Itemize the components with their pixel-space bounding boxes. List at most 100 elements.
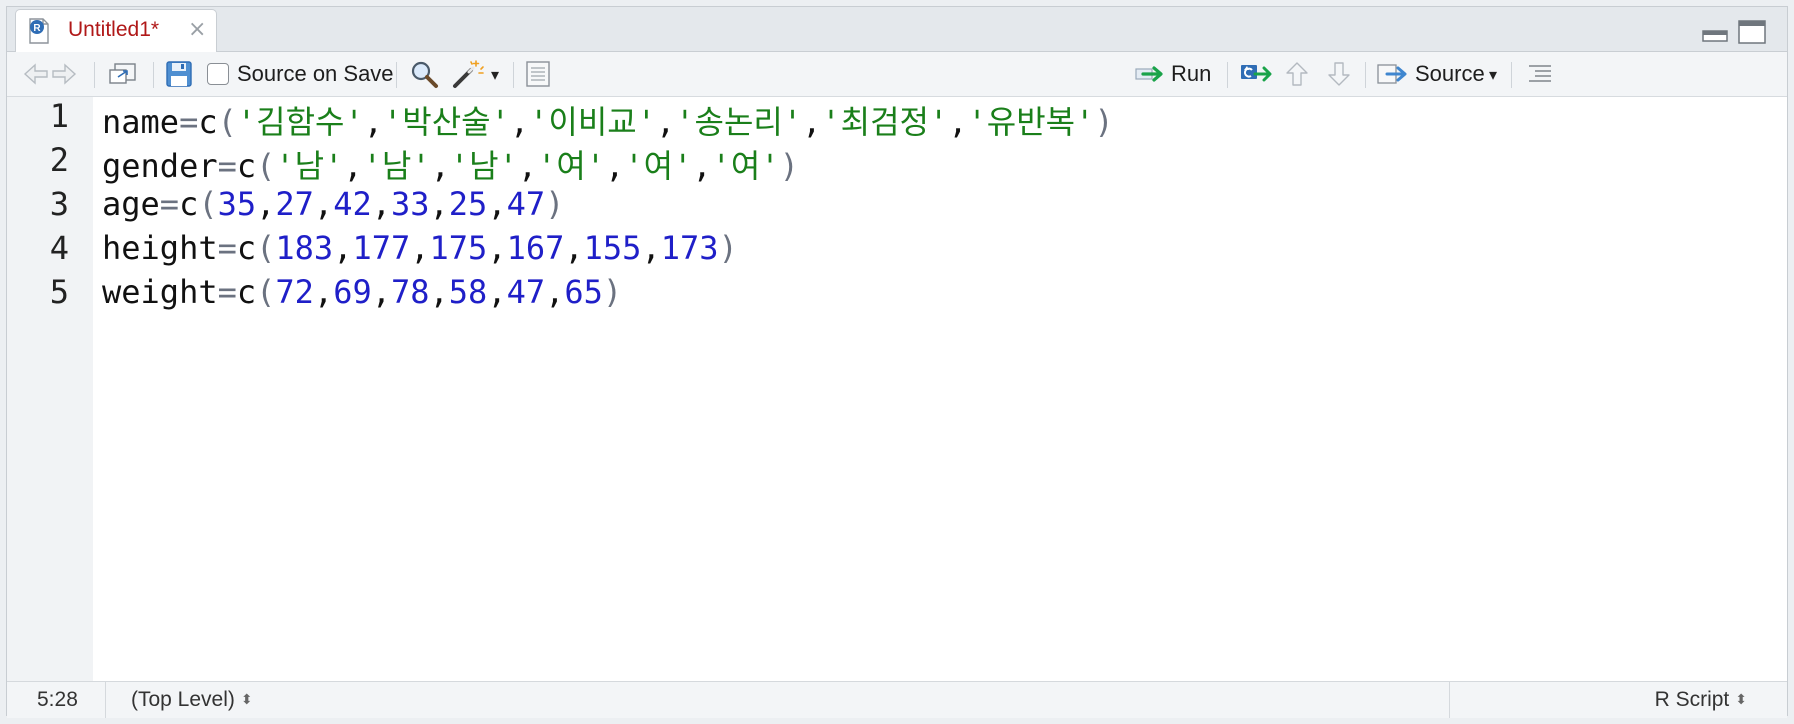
scope-label: (Top Level)	[131, 688, 235, 711]
code-token-num: 33	[390, 185, 430, 223]
source-arrow-icon	[1377, 64, 1407, 84]
code-token-comma: ,	[545, 273, 565, 311]
close-icon[interactable]: ×	[188, 17, 206, 42]
go-to-next-section-button[interactable]	[1327, 52, 1351, 96]
source-button[interactable]: Source	[1377, 52, 1485, 96]
updown-icon: ⬍	[240, 691, 253, 707]
code-token-id: c	[198, 103, 218, 141]
file-type-label: R Script	[1654, 688, 1730, 711]
code-token-str: '남'	[275, 147, 344, 185]
code-token-id: c	[179, 185, 199, 223]
code-token-num: 47	[506, 273, 546, 311]
code-token-paren: )	[718, 229, 738, 267]
code-token-op: =	[217, 273, 237, 311]
toolbar-separator	[94, 62, 95, 88]
code-token-comma: ,	[564, 229, 584, 267]
toolbar-separator	[1511, 62, 1512, 88]
code-token-str: '남'	[449, 147, 518, 185]
source-editor-pane: R Untitled1* × Source on Save ▾ Run Sour…	[6, 6, 1788, 718]
maximize-pane-icon[interactable]	[1737, 19, 1767, 45]
arrow-up-icon	[1286, 62, 1308, 86]
r-document-icon: R	[29, 18, 49, 44]
code-token-num: 173	[660, 229, 719, 267]
status-divider	[105, 682, 106, 718]
run-label: Run	[1171, 61, 1212, 86]
code-token-num: 72	[275, 273, 314, 311]
go-to-previous-section-button[interactable]	[1285, 52, 1309, 96]
code-token-comma: ,	[313, 273, 334, 311]
rerun-button[interactable]	[1239, 52, 1275, 96]
code-token-op: =	[217, 229, 237, 267]
code-line[interactable]: gender=c('남','남','남','여','여','여')	[102, 141, 799, 187]
source-options-dropdown[interactable]: ▾	[1489, 52, 1497, 96]
show-document-outline-button[interactable]	[1527, 52, 1553, 96]
code-token-num: 78	[390, 273, 430, 311]
arrow-left-icon	[23, 63, 48, 85]
code-token-op: =	[159, 185, 180, 223]
back-button[interactable]	[23, 52, 49, 96]
chevron-down-icon[interactable]: ▾	[491, 65, 499, 84]
source-label: Source	[1415, 61, 1485, 86]
code-line[interactable]: name=c('김함수','박산술','이비교','송논리','최검정','유반…	[102, 97, 1114, 143]
code-token-id: c	[236, 273, 257, 311]
code-token-paren: (	[217, 103, 237, 141]
scope-selector[interactable]: (Top Level) ⬍	[131, 688, 253, 712]
code-token-id: c	[236, 229, 257, 267]
code-token-paren: )	[779, 147, 799, 185]
run-button[interactable]: Run	[1135, 52, 1211, 96]
code-token-comma: ,	[487, 185, 507, 223]
code-token-comma: ,	[692, 147, 712, 185]
code-token-num: 42	[333, 185, 372, 223]
code-token-num: 167	[506, 229, 565, 267]
code-token-comma: ,	[333, 229, 353, 267]
minimize-pane-icon[interactable]	[1701, 21, 1729, 43]
code-token-num: 177	[352, 229, 411, 267]
code-token-str: '남'	[362, 147, 431, 185]
code-token-num: 47	[506, 185, 546, 223]
code-token-paren: )	[602, 273, 623, 311]
file-type-selector[interactable]: R Script ⬍	[1655, 688, 1747, 712]
updown-icon: ⬍	[1735, 691, 1747, 707]
code-line[interactable]: weight=c(72,69,78,58,47,65)	[102, 273, 622, 311]
code-token-str: '송논리'	[675, 103, 803, 141]
document-outline-button[interactable]	[525, 52, 551, 96]
menu-lines-icon	[1529, 65, 1551, 82]
save-button[interactable]	[165, 52, 193, 96]
code-token-id: name	[102, 103, 180, 141]
code-token-num: 69	[333, 273, 372, 311]
code-line[interactable]: age=c(35,27,42,33,25,47)	[102, 185, 564, 223]
code-tools-button[interactable]: ▾	[451, 52, 499, 96]
code-token-num: 25	[448, 185, 488, 223]
code-line[interactable]: height=c(183,177,175,167,155,173)	[102, 229, 738, 267]
forward-button[interactable]	[51, 52, 77, 96]
code-token-num: 58	[448, 273, 488, 311]
source-on-save-toggle[interactable]: Source on Save	[207, 52, 394, 96]
code-token-comma: ,	[605, 147, 625, 185]
line-number: 3	[49, 185, 69, 223]
code-token-comma: ,	[430, 147, 450, 185]
code-token-id: height	[102, 229, 218, 267]
code-token-num: 65	[564, 273, 603, 311]
code-token-id: gender	[102, 147, 218, 185]
arrow-down-icon	[1328, 62, 1350, 86]
code-token-id: weight	[102, 273, 218, 311]
code-token-num: 155	[583, 229, 642, 267]
code-token-paren: (	[256, 229, 276, 267]
line-number: 2	[49, 141, 69, 179]
line-number: 1	[49, 97, 69, 135]
tab-untitled1[interactable]: R Untitled1* ×	[15, 9, 217, 52]
source-on-save-checkbox[interactable]	[207, 63, 229, 85]
find-replace-button[interactable]	[409, 52, 439, 96]
toolbar-separator	[153, 62, 154, 88]
line-number: 5	[49, 273, 69, 311]
run-arrow-icon	[1135, 66, 1163, 82]
code-editor[interactable]: 12345 name=c('김함수','박산술','이비교','송논리','최검…	[7, 97, 1787, 681]
code-token-str: '여'	[537, 147, 606, 185]
code-token-num: 27	[275, 185, 314, 223]
show-in-new-window-button[interactable]	[107, 52, 139, 96]
code-token-paren: )	[545, 185, 565, 223]
code-token-comma: ,	[509, 103, 530, 141]
code-token-str: '여'	[711, 147, 780, 185]
code-token-id: age	[102, 185, 160, 223]
code-token-comma: ,	[517, 147, 538, 185]
